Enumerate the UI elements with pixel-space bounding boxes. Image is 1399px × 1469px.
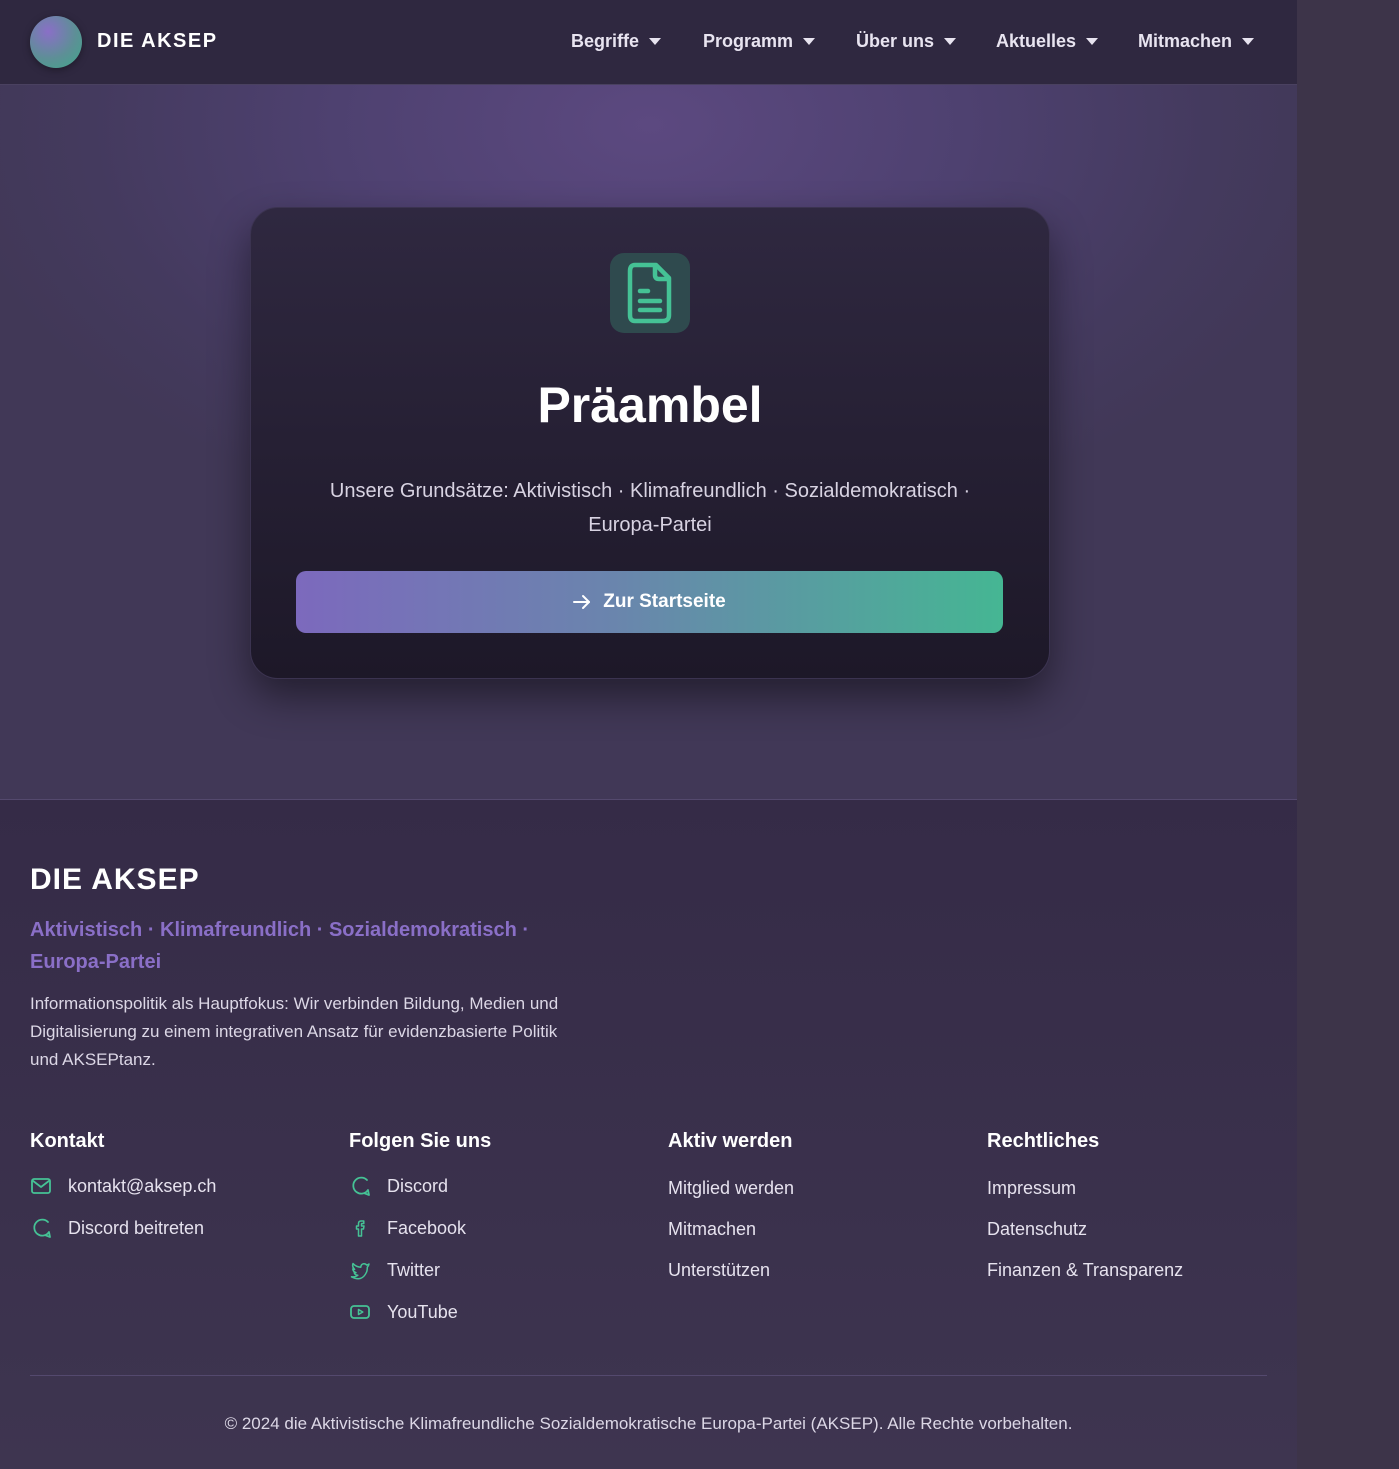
footer-column-title: Folgen Sie uns [349,1130,492,1152]
copyright-text: © 2024 die Aktivistische Klimafreundlich… [224,1414,1073,1433]
logo-icon[interactable] [30,16,82,68]
home-button-label: Zur Startseite [603,591,726,612]
facebook-icon [355,1220,365,1237]
nav-item-ueber-uns[interactable]: Über uns [856,31,957,52]
nav-item-begriffe[interactable]: Begriffe [571,31,662,52]
nav-item-label: Mitmachen [1138,31,1233,51]
twitter-link-label: Twitter [387,1259,441,1280]
mail-icon [31,1178,51,1194]
nav-item-programm[interactable]: Programm [703,31,816,52]
footer-link-datenschutz[interactable]: Datenschutz [987,1219,1287,1240]
footer-column-title: Kontakt [30,1130,105,1152]
footer-column-rechtliches: Rechtliches Impressum Datenschutz Finanz… [987,1130,1287,1281]
footer-column-kontakt: Kontakt kontakt@aksep.ch Discord beitret… [30,1130,330,1239]
footer-tagline: Aktivistisch · Klimafreundlich · Soziald… [30,919,530,973]
footer-brand: DIE AKSEP [30,863,200,896]
page-subtitle: Unsere Grundsätze: Aktivistisch · Klimaf… [329,480,971,536]
top-navigation: DIE AKSEP Begriffe Programm Über uns Akt… [0,0,1297,85]
footer-column-social: Folgen Sie uns Discord Facebook Twitter [349,1130,649,1323]
footer-column-title: Rechtliches [987,1130,1100,1152]
caret-down-icon [1086,38,1099,45]
preamble-card: Präambel Unsere Grundsätze: Aktivistisch… [250,207,1050,679]
footer-link-mitmachen[interactable]: Mitmachen [668,1219,968,1240]
caret-down-icon [944,38,957,45]
twitter-link[interactable]: Twitter [349,1259,649,1281]
email-link[interactable]: kontakt@aksep.ch [30,1175,330,1197]
page: DIE AKSEP Begriffe Programm Über uns Akt… [0,0,1297,1469]
page-title: Präambel [537,377,763,433]
footer-column-aktiv: Aktiv werden Mitglied werden Mitmachen U… [668,1130,968,1281]
scrollbar-area [1297,0,1399,1468]
facebook-link[interactable]: Facebook [349,1217,649,1239]
nav-item-label: Aktuelles [996,31,1077,51]
discord-icon [33,1218,51,1238]
nav-item-label: Begriffe [571,31,640,51]
nav-item-mitmachen[interactable]: Mitmachen [1138,31,1255,52]
footer: DIE AKSEP Aktivistisch · Klimafreundlich… [0,799,1297,1469]
footer-link-finanzen[interactable]: Finanzen & Transparenz [987,1260,1287,1281]
youtube-icon [350,1305,370,1319]
email-link-label: kontakt@aksep.ch [68,1175,217,1196]
discord-link[interactable]: Discord [349,1175,649,1197]
footer-link-unterstuetzen[interactable]: Unterstützen [668,1260,968,1281]
twitter-icon [350,1262,370,1280]
footer-link-mitglied-werden[interactable]: Mitglied werden [668,1178,968,1199]
document-icon [610,253,690,333]
youtube-link-label: YouTube [387,1301,458,1322]
caret-down-icon [803,38,816,45]
nav-item-label: Programm [703,31,794,51]
discord-icon [352,1176,370,1196]
discord-join-link[interactable]: Discord beitreten [30,1217,330,1239]
brand-name[interactable]: DIE AKSEP [97,30,218,53]
arrow-right-icon [573,595,591,609]
caret-down-icon [649,38,662,45]
discord-link-label: Discord [387,1175,449,1196]
caret-down-icon [1242,38,1255,45]
nav-item-label: Über uns [856,31,935,51]
footer-divider [30,1375,1267,1376]
home-button[interactable]: Zur Startseite [296,571,1003,633]
facebook-link-label: Facebook [387,1217,467,1238]
discord-join-label: Discord beitreten [68,1217,205,1238]
footer-link-impressum[interactable]: Impressum [987,1178,1287,1199]
footer-description: Informationspolitik als Hauptfokus: Wir … [30,994,559,1069]
nav-item-aktuelles[interactable]: Aktuelles [996,31,1099,52]
youtube-link[interactable]: YouTube [349,1301,649,1323]
footer-column-title: Aktiv werden [668,1130,793,1152]
